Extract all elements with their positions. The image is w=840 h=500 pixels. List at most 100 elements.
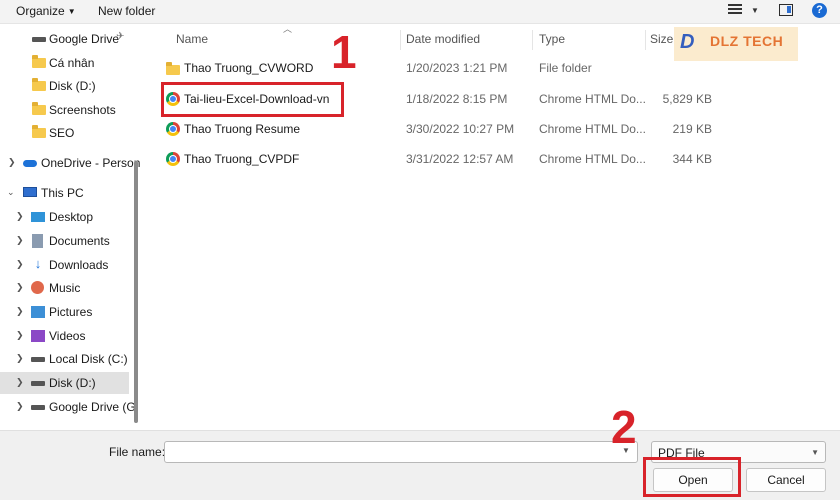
file-date: 1/20/2023 1:21 PM <box>406 61 508 75</box>
chevron-right-icon[interactable]: ❯ <box>16 377 24 388</box>
brand-watermark: D DLZ TECH <box>674 27 798 61</box>
view-options-icon[interactable] <box>728 4 742 18</box>
chevron-down-icon: ▼ <box>67 7 76 16</box>
nav-item-google-drive[interactable]: Google Drive ✈ <box>0 28 132 50</box>
chevron-down-icon: ▼ <box>811 448 819 457</box>
chevron-right-icon[interactable]: ❯ <box>16 330 24 341</box>
nav-item-ca-nhan[interactable]: Cá nhân <box>0 52 132 74</box>
computer-icon <box>23 187 37 197</box>
column-header-size[interactable]: Size <box>650 32 673 46</box>
nav-label: Documents <box>49 234 110 248</box>
file-row[interactable]: Thao Truong_CVPDF 3/31/2022 12:57 AM Chr… <box>160 147 740 171</box>
column-header-name[interactable]: Name <box>176 32 208 46</box>
download-icon: ↓ <box>34 256 42 271</box>
nav-item-music[interactable]: ❯ Music <box>0 277 132 299</box>
file-size: 219 KB <box>672 122 712 136</box>
column-header-date[interactable]: Date modified <box>406 32 480 46</box>
documents-icon <box>32 234 43 248</box>
nav-item-videos[interactable]: ❯ Videos <box>0 325 132 347</box>
step-number-1: 1 <box>331 26 357 78</box>
folder-icon <box>166 62 180 75</box>
nav-item-screenshots[interactable]: Screenshots <box>0 99 132 121</box>
file-size: 344 KB <box>672 152 712 166</box>
nav-label: SEO <box>49 126 75 140</box>
chevron-right-icon[interactable]: ❯ <box>16 306 24 317</box>
cloud-icon <box>23 160 37 167</box>
organize-label: Organize <box>16 4 65 18</box>
folder-icon <box>32 125 46 138</box>
help-icon[interactable]: ? <box>812 3 827 18</box>
pictures-icon <box>31 306 45 318</box>
nav-item-desktop[interactable]: ❯ Desktop <box>0 206 132 228</box>
folder-icon <box>32 102 46 115</box>
command-toolbar: Organize ▼ New folder ▼ ? <box>0 0 840 24</box>
nav-item-seo[interactable]: SEO <box>0 122 132 144</box>
cancel-button[interactable]: Cancel <box>746 468 826 492</box>
nav-item-this-pc[interactable]: ⌄ This PC <box>0 182 132 204</box>
file-name-label: File name: <box>109 445 166 459</box>
file-name-input[interactable] <box>164 441 638 463</box>
nav-item-google-drive-g[interactable]: ❯ Google Drive (G <box>0 396 136 418</box>
navigation-pane: Google Drive ✈ Cá nhân Disk (D:) Screens… <box>0 24 144 430</box>
chevron-right-icon[interactable]: ❯ <box>16 235 24 246</box>
file-row[interactable]: Thao Truong Resume 3/30/2022 10:27 PM Ch… <box>160 117 740 141</box>
file-type: Chrome HTML Do... <box>539 92 646 106</box>
organize-button[interactable]: Organize ▼ <box>16 4 76 18</box>
folder-icon <box>32 55 46 68</box>
chevron-right-icon[interactable]: ❯ <box>16 282 24 293</box>
nav-label: OneDrive - Person <box>41 156 141 170</box>
file-date: 3/31/2022 12:57 AM <box>406 152 514 166</box>
view-chevron-down-icon[interactable]: ▼ <box>751 6 759 15</box>
column-divider[interactable] <box>645 30 646 50</box>
nav-label: This PC <box>41 186 84 200</box>
folder-icon <box>32 78 46 91</box>
chevron-right-icon[interactable]: ❯ <box>16 353 24 364</box>
column-header-type[interactable]: Type <box>539 32 565 46</box>
column-label: Name <box>176 32 209 46</box>
nav-label: Screenshots <box>49 103 116 117</box>
column-divider[interactable] <box>400 30 401 50</box>
column-divider[interactable] <box>532 30 533 50</box>
desktop-icon <box>31 212 45 222</box>
nav-scrollbar[interactable] <box>134 161 138 423</box>
highlight-box-open <box>643 457 741 497</box>
chrome-icon <box>166 152 180 166</box>
pin-icon: ✈ <box>116 31 125 42</box>
nav-label: Pictures <box>49 305 93 319</box>
file-date: 1/18/2022 8:15 PM <box>406 92 508 106</box>
file-row[interactable]: Thao Truong_CVWORD 1/20/2023 1:21 PM Fil… <box>160 56 740 80</box>
highlight-box-file <box>161 82 344 117</box>
nav-item-documents[interactable]: ❯ Documents <box>0 230 132 252</box>
new-folder-button[interactable]: New folder <box>98 4 155 18</box>
preview-pane-icon[interactable] <box>779 4 793 16</box>
drive-icon <box>31 381 45 386</box>
chevron-right-icon[interactable]: ❯ <box>16 211 24 222</box>
drive-icon <box>31 405 45 410</box>
nav-item-local-disk-c[interactable]: ❯ Local Disk (C:) <box>0 348 132 370</box>
nav-label: Desktop <box>49 210 94 224</box>
chevron-right-icon[interactable]: ❯ <box>8 157 16 168</box>
drive-icon <box>31 357 45 362</box>
nav-label: Local Disk (C:) <box>49 352 128 366</box>
nav-item-disk-d[interactable]: ❯ Disk (D:) <box>0 372 129 394</box>
watermark-logo: D <box>680 31 695 53</box>
nav-label: Videos <box>49 329 86 343</box>
nav-label: Google Drive (G <box>49 400 136 414</box>
file-name: Thao Truong Resume <box>184 122 301 136</box>
nav-label: Music <box>49 281 81 295</box>
chevron-down-icon[interactable]: ⌄ <box>7 187 15 198</box>
nav-label: Disk (D:) <box>49 79 96 93</box>
nav-label: Cá nhân <box>49 56 95 70</box>
nav-item-downloads[interactable]: ❯ ↓ Downloads <box>0 254 132 276</box>
music-icon <box>31 281 44 294</box>
watermark-text: DLZ TECH <box>710 33 784 49</box>
file-type: Chrome HTML Do... <box>539 122 646 136</box>
chevron-right-icon[interactable]: ❯ <box>16 259 24 270</box>
step-number-2: 2 <box>611 401 637 453</box>
nav-item-disk-d-quick[interactable]: Disk (D:) <box>0 75 132 97</box>
drive-icon <box>32 37 46 42</box>
videos-icon <box>31 330 45 342</box>
chevron-right-icon[interactable]: ❯ <box>16 401 24 412</box>
nav-item-onedrive[interactable]: ❯ OneDrive - Person <box>0 152 140 174</box>
nav-item-pictures[interactable]: ❯ Pictures <box>0 301 132 323</box>
